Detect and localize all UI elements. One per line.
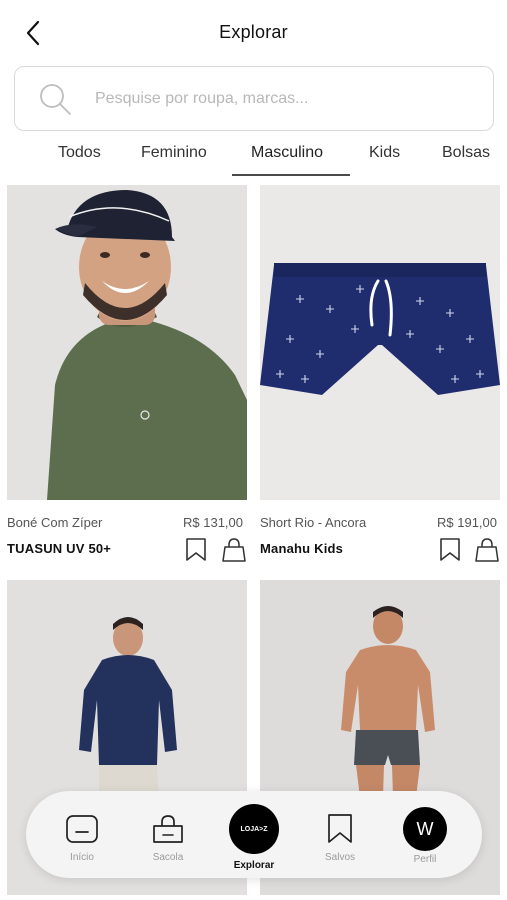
- search-input[interactable]: [95, 89, 455, 108]
- tab-todos[interactable]: Todos: [58, 144, 101, 162]
- nav-label: Perfil: [413, 854, 437, 865]
- product-name: Boné Com Zíper: [7, 515, 103, 530]
- bottom-navigation: Início Sacola LOJA>Z Explorar Salvos W P…: [26, 791, 482, 878]
- nav-item-salvos[interactable]: Salvos: [320, 791, 360, 878]
- save-button[interactable]: [183, 537, 209, 563]
- nav-label: Início: [70, 852, 94, 863]
- nav-item-explorar[interactable]: LOJA>Z Explorar: [226, 791, 282, 878]
- search-icon: [37, 81, 73, 117]
- add-to-bag-button[interactable]: [221, 537, 247, 563]
- home-icon: [62, 809, 102, 849]
- bag-icon: [475, 538, 499, 562]
- add-to-bag-button[interactable]: [474, 537, 500, 563]
- tab-masculino[interactable]: Masculino: [251, 144, 323, 162]
- explore-logo-icon: LOJA>Z: [229, 804, 279, 854]
- man-cap-photo: [7, 185, 247, 500]
- product-brand: TUASUN UV 50+: [7, 541, 112, 556]
- bag-icon: [148, 809, 188, 849]
- active-tab-indicator: [232, 174, 350, 176]
- page-title: Explorar: [219, 22, 288, 42]
- bag-icon: [222, 538, 246, 562]
- search-bar[interactable]: [14, 66, 494, 131]
- product-brand: Manahu Kids: [260, 541, 344, 556]
- nav-label: Explorar: [233, 860, 275, 871]
- product-image[interactable]: [260, 185, 500, 500]
- product-price: R$ 191,00: [437, 515, 497, 530]
- bookmark-icon: [320, 809, 360, 849]
- nav-item-perfil[interactable]: W Perfil: [402, 791, 448, 878]
- save-button[interactable]: [437, 537, 463, 563]
- bookmark-icon: [186, 538, 206, 561]
- nav-item-inicio[interactable]: Início: [62, 791, 102, 878]
- nav-item-sacola[interactable]: Sacola: [146, 791, 190, 878]
- nav-label: Sacola: [152, 852, 184, 863]
- product-name: Short Rio - Ancora: [260, 515, 367, 530]
- bookmark-icon: [440, 538, 460, 561]
- tab-bolsas[interactable]: Bolsas: [442, 144, 490, 162]
- tab-kids[interactable]: Kids: [369, 144, 400, 162]
- profile-avatar: W: [403, 807, 447, 851]
- nav-label: Salvos: [324, 852, 355, 863]
- shorts-photo: [260, 185, 500, 500]
- header: Explorar: [0, 0, 507, 64]
- product-price: R$ 131,00: [183, 515, 243, 530]
- product-image[interactable]: [7, 185, 247, 500]
- category-tabs: Todos Feminino Masculino Kids Bolsas: [0, 140, 507, 180]
- tab-feminino[interactable]: Feminino: [141, 144, 207, 162]
